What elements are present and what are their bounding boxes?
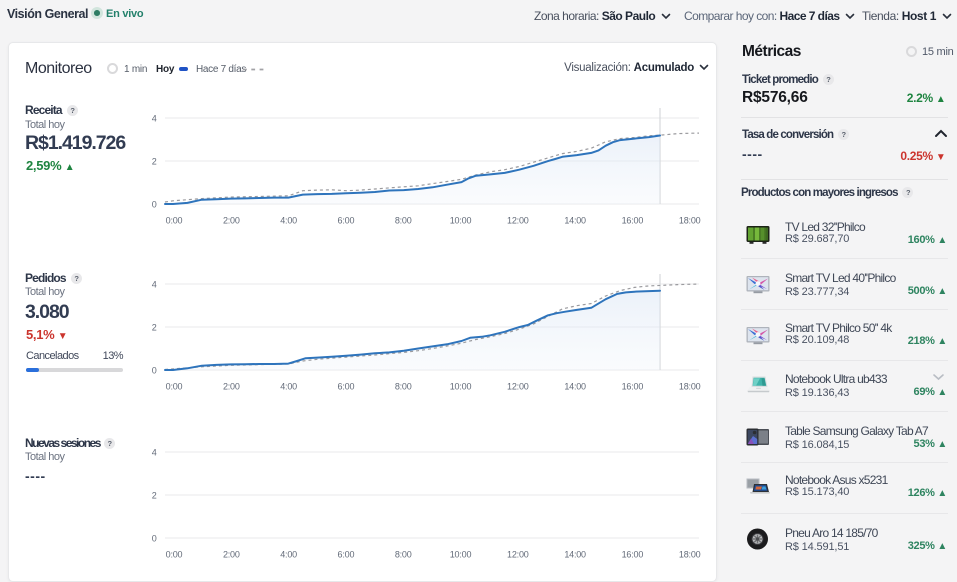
svg-text:12:00: 12:00 bbox=[507, 216, 529, 226]
svg-text:6:00: 6:00 bbox=[338, 550, 355, 560]
svg-text:2:00: 2:00 bbox=[223, 382, 240, 392]
svg-text:10:00: 10:00 bbox=[450, 216, 472, 226]
svg-text:12:00: 12:00 bbox=[507, 550, 529, 560]
svg-text:0: 0 bbox=[152, 534, 157, 544]
svg-text:0:00: 0:00 bbox=[166, 216, 183, 226]
svg-text:4: 4 bbox=[152, 114, 157, 124]
svg-text:10:00: 10:00 bbox=[450, 550, 472, 560]
svg-text:16:00: 16:00 bbox=[622, 382, 644, 392]
svg-text:18:00: 18:00 bbox=[679, 216, 701, 226]
svg-text:2: 2 bbox=[152, 157, 157, 167]
svg-text:6:00: 6:00 bbox=[338, 382, 355, 392]
svg-text:4: 4 bbox=[152, 280, 157, 290]
svg-text:4: 4 bbox=[152, 448, 157, 458]
svg-text:14:00: 14:00 bbox=[564, 216, 586, 226]
svg-text:16:00: 16:00 bbox=[622, 216, 644, 226]
svg-text:2: 2 bbox=[152, 491, 157, 501]
svg-text:14:00: 14:00 bbox=[564, 382, 586, 392]
svg-text:4:00: 4:00 bbox=[280, 216, 297, 226]
svg-text:8:00: 8:00 bbox=[395, 216, 412, 226]
svg-text:8:00: 8:00 bbox=[395, 550, 412, 560]
svg-text:0: 0 bbox=[152, 200, 157, 210]
svg-text:12:00: 12:00 bbox=[507, 382, 529, 392]
svg-text:2: 2 bbox=[152, 323, 157, 333]
svg-text:18:00: 18:00 bbox=[679, 382, 701, 392]
svg-text:18:00: 18:00 bbox=[679, 550, 701, 560]
svg-text:14:00: 14:00 bbox=[564, 550, 586, 560]
svg-text:0:00: 0:00 bbox=[166, 382, 183, 392]
svg-text:0: 0 bbox=[152, 366, 157, 376]
svg-text:8:00: 8:00 bbox=[395, 382, 412, 392]
svg-text:0:00: 0:00 bbox=[166, 550, 183, 560]
svg-text:2:00: 2:00 bbox=[223, 550, 240, 560]
svg-text:4:00: 4:00 bbox=[280, 550, 297, 560]
svg-text:16:00: 16:00 bbox=[622, 550, 644, 560]
svg-text:4:00: 4:00 bbox=[280, 382, 297, 392]
svg-text:6:00: 6:00 bbox=[338, 216, 355, 226]
svg-text:2:00: 2:00 bbox=[223, 216, 240, 226]
svg-text:10:00: 10:00 bbox=[450, 382, 472, 392]
